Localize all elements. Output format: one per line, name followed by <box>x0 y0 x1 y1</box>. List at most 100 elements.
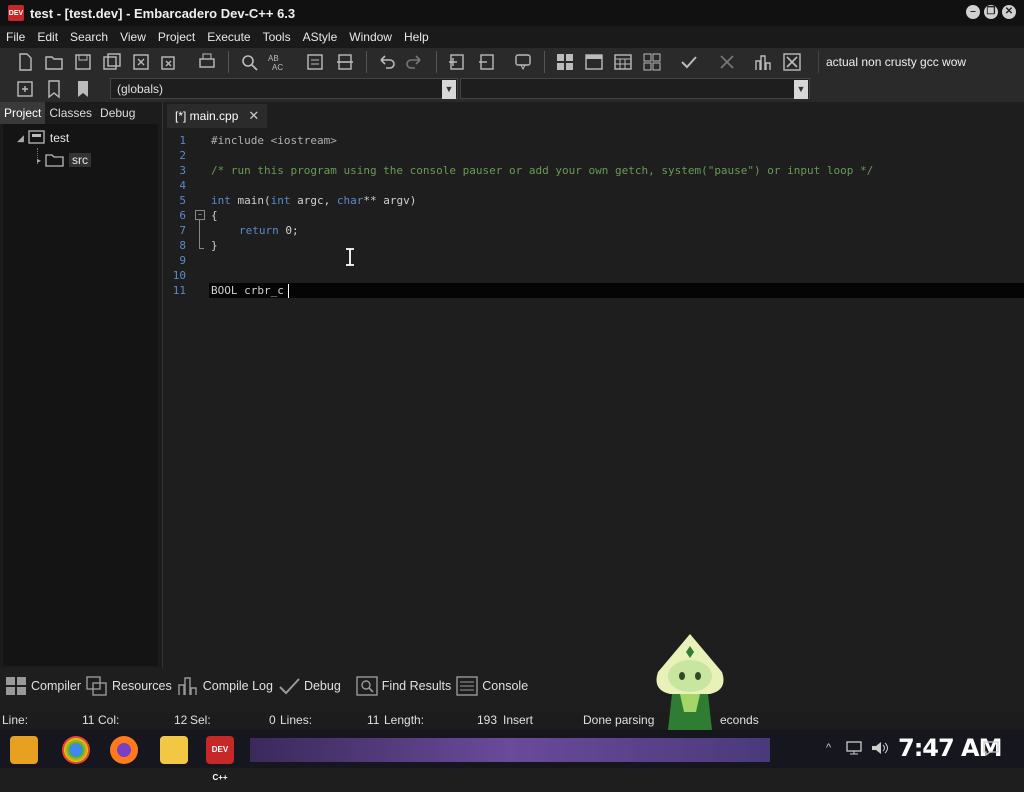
scope-select[interactable]: (globals) ▼ <box>110 78 458 99</box>
code-line-7: return 0; <box>239 224 299 237</box>
profile-analysis-icon[interactable] <box>752 51 774 73</box>
tab-project[interactable]: Project <box>0 102 46 124</box>
desktop-mascot-image <box>656 634 724 730</box>
text-caret <box>288 284 289 298</box>
menu-project[interactable]: Project <box>152 30 201 44</box>
scope-select-value: (globals) <box>117 82 164 96</box>
indent-icon[interactable] <box>304 51 326 73</box>
menu-astyle[interactable]: AStyle <box>297 30 344 44</box>
function-select[interactable]: ▼ <box>460 78 810 99</box>
status-length-value: 193 <box>477 713 498 727</box>
status-col-value: 12 <box>174 713 188 727</box>
minimize-button[interactable]: – <box>966 5 980 19</box>
tree-node-src[interactable]: ▸ src <box>37 152 92 168</box>
comment-icon[interactable] <box>512 51 534 73</box>
restore-button[interactable]: ❐ <box>984 5 998 19</box>
menu-bar: File Edit Search View Project Execute To… <box>0 26 1024 48</box>
close-all-icon[interactable] <box>159 51 181 73</box>
menu-file[interactable]: File <box>0 30 31 44</box>
line-number: 3 <box>179 164 186 177</box>
menu-window[interactable]: Window <box>343 30 398 44</box>
fold-collapse-icon[interactable]: − <box>195 210 205 220</box>
undo-icon[interactable] <box>375 51 397 73</box>
compile-icon[interactable] <box>554 51 576 73</box>
notifications-icon[interactable] <box>982 740 1000 756</box>
taskbar-wallpaper-band <box>250 738 770 762</box>
volume-icon[interactable] <box>870 740 890 756</box>
show-hidden-icons-icon[interactable]: ^ <box>826 742 831 754</box>
run-icon[interactable] <box>583 51 605 73</box>
start-button-icon[interactable] <box>10 736 38 764</box>
status-parse-message: Done parsing <box>583 713 655 727</box>
menu-help[interactable]: Help <box>398 30 435 44</box>
tab-find-results[interactable]: Find Results <box>355 675 451 697</box>
toggle-bookmark-icon[interactable] <box>43 78 65 100</box>
new-project-icon[interactable] <box>446 51 468 73</box>
close-tab-icon[interactable]: ✕ <box>248 104 259 128</box>
tab-resources[interactable]: Resources <box>85 675 172 697</box>
menu-edit[interactable]: Edit <box>31 30 64 44</box>
menu-tools[interactable]: Tools <box>257 30 297 44</box>
bottom-panel-tabs: Compiler Resources Compile Log Debug Fin… <box>0 671 1024 701</box>
replace-icon[interactable]: AB AC <box>266 51 288 73</box>
project-icon <box>28 130 45 144</box>
save-all-icon[interactable] <box>101 51 123 73</box>
unindent-icon[interactable] <box>334 51 356 73</box>
print-icon[interactable] <box>196 51 218 73</box>
tab-classes[interactable]: Classes <box>45 102 96 124</box>
insert-snippet-icon[interactable] <box>14 78 36 100</box>
line-number: 9 <box>179 254 186 267</box>
redo-icon[interactable] <box>404 51 426 73</box>
chrome-icon[interactable] <box>62 736 90 764</box>
status-lines-value: 11 <box>367 713 380 727</box>
goto-bookmark-icon[interactable] <box>72 78 94 100</box>
save-icon[interactable] <box>72 51 94 73</box>
status-sel-label: Sel: <box>190 713 211 727</box>
title-bar: DEV test - [test.dev] - Embarcadero Dev-… <box>0 0 1024 26</box>
project-name: test <box>49 131 70 145</box>
chevron-down-icon[interactable]: ▼ <box>794 80 808 99</box>
project-tree: ◢ test ▸ src <box>3 124 158 666</box>
code-editor[interactable]: 1 2 3 4 5 6 7 8 9 10 11 − #include <iost… <box>166 130 1024 668</box>
delete-profile-icon[interactable] <box>781 51 803 73</box>
compiler-profile-select[interactable]: actual non crusty gcc wow <box>818 51 1024 73</box>
tab-main-cpp[interactable]: [*] main.cpp ✕ <box>167 104 268 128</box>
status-length-label: Length: <box>384 713 425 727</box>
tab-debug[interactable]: Debug <box>96 102 139 124</box>
close-button[interactable]: ✕ <box>1002 5 1016 19</box>
code-line-1: #include <iostream> <box>211 134 337 147</box>
tab-console[interactable]: Console <box>455 675 528 697</box>
rebuild-all-icon[interactable] <box>641 51 663 73</box>
file-explorer-icon[interactable] <box>160 736 188 764</box>
open-folder-icon[interactable] <box>43 51 65 73</box>
status-sel-value: 0 <box>269 713 276 727</box>
menu-search[interactable]: Search <box>64 30 114 44</box>
remove-project-icon[interactable] <box>476 51 498 73</box>
find-icon[interactable] <box>238 51 260 73</box>
status-line-label: Line: <box>2 713 29 727</box>
new-file-icon[interactable] <box>14 51 36 73</box>
menu-execute[interactable]: Execute <box>201 30 256 44</box>
tree-node-project[interactable]: ◢ test <box>17 130 69 146</box>
tab-compile-log[interactable]: Compile Log <box>176 675 273 697</box>
code-line-8: } <box>211 239 218 252</box>
tab-debug-bottom[interactable]: Debug <box>277 675 341 697</box>
menu-view[interactable]: View <box>114 30 152 44</box>
syntax-check-icon[interactable] <box>678 51 700 73</box>
stop-execution-icon[interactable] <box>716 51 738 73</box>
expand-arrow-icon[interactable]: ◢ <box>17 133 24 144</box>
editor-tab-bar: [*] main.cpp ✕ <box>163 102 1024 128</box>
firefox-icon[interactable] <box>110 736 138 764</box>
code-line-3: /* run this program using the console pa… <box>211 164 874 177</box>
status-bar: Line: 11 Col: 12 Sel: 0 Lines: 11 Length… <box>0 712 1024 730</box>
compile-run-icon[interactable] <box>612 51 634 73</box>
text-cursor-icon <box>346 248 354 266</box>
devcpp-taskbar-icon[interactable]: DEV C++ <box>206 736 234 782</box>
status-col-label: Col: <box>98 713 120 727</box>
line-number: 2 <box>179 149 186 162</box>
expand-arrow-icon[interactable]: ▸ <box>37 156 41 165</box>
close-file-icon[interactable] <box>130 51 152 73</box>
network-icon[interactable] <box>846 740 864 756</box>
chevron-down-icon[interactable]: ▼ <box>442 80 456 99</box>
tab-compiler[interactable]: Compiler <box>4 675 81 697</box>
